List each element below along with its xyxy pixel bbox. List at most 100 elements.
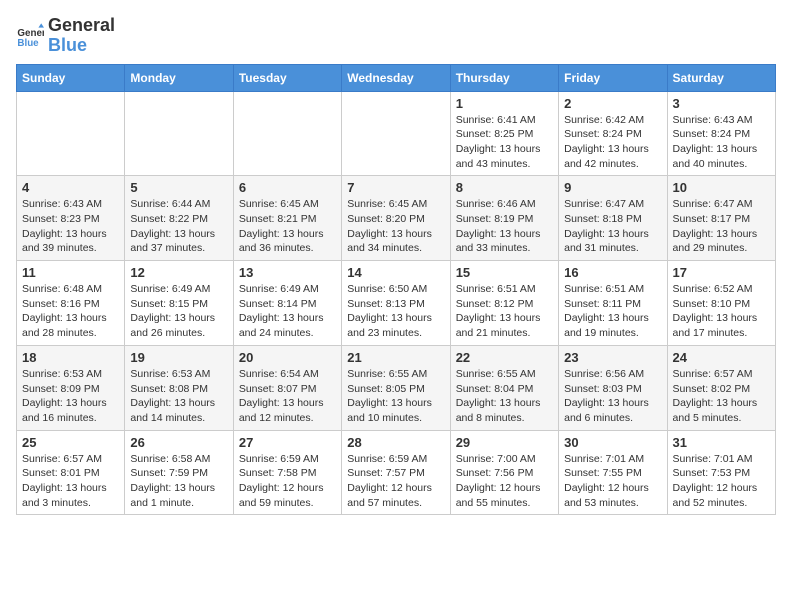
svg-text:Blue: Blue	[17, 38, 39, 49]
day-info: Sunrise: 6:45 AMSunset: 8:21 PMDaylight:…	[239, 197, 336, 256]
day-number: 15	[456, 265, 553, 280]
calendar-cell-20: 17Sunrise: 6:52 AMSunset: 8:10 PMDayligh…	[667, 261, 775, 346]
day-number: 19	[130, 350, 227, 365]
day-info: Sunrise: 6:42 AMSunset: 8:24 PMDaylight:…	[564, 113, 661, 172]
calendar-week-1: 4 Sunrise: 6:43 AMSunset: 8:23 PMDaylight…	[17, 176, 776, 261]
calendar-cell-7: 4 Sunrise: 6:43 AMSunset: 8:23 PMDaylight…	[17, 176, 125, 261]
calendar-cell-33: 30Sunrise: 7:01 AMSunset: 7:55 PMDayligh…	[559, 430, 667, 515]
calendar-cell-24: 21 Sunrise: 6:55 AMSunset: 8:05 PMDayligh…	[342, 345, 450, 430]
day-info: Sunrise: 6:49 AMSunset: 8:15 PMDaylight:…	[130, 282, 227, 341]
calendar-cell-13: 10 Sunrise: 6:47 AMSunset: 8:17 PMDayligh…	[667, 176, 775, 261]
day-info: Sunrise: 6:57 AMSunset: 8:01 PMDaylight:…	[22, 452, 119, 511]
day-info: Sunrise: 6:49 AMSunset: 8:14 PMDaylight:…	[239, 282, 336, 341]
calendar-cell-29: 26Sunrise: 6:58 AMSunset: 7:59 PMDayligh…	[125, 430, 233, 515]
day-info: Sunrise: 6:51 AMSunset: 8:12 PMDaylight:…	[456, 282, 553, 341]
day-info: Sunrise: 6:45 AMSunset: 8:20 PMDaylight:…	[347, 197, 444, 256]
day-number: 10	[673, 180, 770, 195]
day-number: 30	[564, 435, 661, 450]
calendar-week-2: 11 Sunrise: 6:48 AMSunset: 8:16 PMDayligh…	[17, 261, 776, 346]
day-number: 7	[347, 180, 444, 195]
calendar-cell-9: 6 Sunrise: 6:45 AMSunset: 8:21 PMDaylight…	[233, 176, 341, 261]
day-info: Sunrise: 6:57 AMSunset: 8:02 PMDaylight:…	[673, 367, 770, 426]
calendar-cell-3	[342, 91, 450, 176]
day-info: Sunrise: 6:51 AMSunset: 8:11 PMDaylight:…	[564, 282, 661, 341]
day-info: Sunrise: 6:44 AMSunset: 8:22 PMDaylight:…	[130, 197, 227, 256]
day-number: 8	[456, 180, 553, 195]
day-info: Sunrise: 6:47 AMSunset: 8:17 PMDaylight:…	[673, 197, 770, 256]
day-info: Sunrise: 6:43 AMSunset: 8:23 PMDaylight:…	[22, 197, 119, 256]
calendar-cell-8: 5 Sunrise: 6:44 AMSunset: 8:22 PMDaylight…	[125, 176, 233, 261]
calendar-cell-11: 8 Sunrise: 6:46 AMSunset: 8:19 PMDaylight…	[450, 176, 558, 261]
calendar-header-thursday: Thursday	[450, 64, 558, 91]
day-number: 9	[564, 180, 661, 195]
calendar-cell-15: 12Sunrise: 6:49 AMSunset: 8:15 PMDayligh…	[125, 261, 233, 346]
day-info: Sunrise: 6:41 AMSunset: 8:25 PMDaylight:…	[456, 113, 553, 172]
calendar-cell-6: 3 Sunrise: 6:43 AMSunset: 8:24 PMDaylight…	[667, 91, 775, 176]
calendar-cell-31: 28 Sunrise: 6:59 AMSunset: 7:57 PMDayligh…	[342, 430, 450, 515]
day-number: 24	[673, 350, 770, 365]
day-number: 1	[456, 96, 553, 111]
day-number: 22	[456, 350, 553, 365]
day-number: 21	[347, 350, 444, 365]
day-info: Sunrise: 6:55 AMSunset: 8:05 PMDaylight:…	[347, 367, 444, 426]
day-number: 20	[239, 350, 336, 365]
calendar-cell-14: 11 Sunrise: 6:48 AMSunset: 8:16 PMDayligh…	[17, 261, 125, 346]
calendar-header-monday: Monday	[125, 64, 233, 91]
day-number: 27	[239, 435, 336, 450]
calendar-cell-27: 24 Sunrise: 6:57 AMSunset: 8:02 PMDayligh…	[667, 345, 775, 430]
day-info: Sunrise: 6:54 AMSunset: 8:07 PMDaylight:…	[239, 367, 336, 426]
calendar-week-4: 25 Sunrise: 6:57 AMSunset: 8:01 PMDayligh…	[17, 430, 776, 515]
calendar-cell-1	[125, 91, 233, 176]
day-number: 6	[239, 180, 336, 195]
calendar-body: 1 Sunrise: 6:41 AMSunset: 8:25 PMDaylight…	[17, 91, 776, 515]
calendar-cell-28: 25 Sunrise: 6:57 AMSunset: 8:01 PMDayligh…	[17, 430, 125, 515]
calendar-cell-0	[17, 91, 125, 176]
day-info: Sunrise: 6:46 AMSunset: 8:19 PMDaylight:…	[456, 197, 553, 256]
day-number: 13	[239, 265, 336, 280]
day-number: 11	[22, 265, 119, 280]
calendar-header-sunday: Sunday	[17, 64, 125, 91]
calendar-week-0: 1 Sunrise: 6:41 AMSunset: 8:25 PMDaylight…	[17, 91, 776, 176]
calendar-cell-12: 9 Sunrise: 6:47 AMSunset: 8:18 PMDaylight…	[559, 176, 667, 261]
logo-icon: General Blue	[16, 22, 44, 50]
calendar-header-row: SundayMondayTuesdayWednesdayThursdayFrid…	[17, 64, 776, 91]
day-info: Sunrise: 7:00 AMSunset: 7:56 PMDaylight:…	[456, 452, 553, 511]
day-number: 5	[130, 180, 227, 195]
calendar-cell-26: 23 Sunrise: 6:56 AMSunset: 8:03 PMDayligh…	[559, 345, 667, 430]
calendar-cell-2	[233, 91, 341, 176]
day-number: 18	[22, 350, 119, 365]
day-number: 14	[347, 265, 444, 280]
page-header: General Blue General Blue	[16, 16, 776, 56]
day-info: Sunrise: 6:53 AMSunset: 8:09 PMDaylight:…	[22, 367, 119, 426]
day-info: Sunrise: 6:59 AMSunset: 7:57 PMDaylight:…	[347, 452, 444, 511]
calendar-cell-18: 15 Sunrise: 6:51 AMSunset: 8:12 PMDayligh…	[450, 261, 558, 346]
calendar-cell-34: 31 Sunrise: 7:01 AMSunset: 7:53 PMDayligh…	[667, 430, 775, 515]
day-info: Sunrise: 6:47 AMSunset: 8:18 PMDaylight:…	[564, 197, 661, 256]
day-info: Sunrise: 7:01 AMSunset: 7:53 PMDaylight:…	[673, 452, 770, 511]
day-number: 25	[22, 435, 119, 450]
calendar-header-tuesday: Tuesday	[233, 64, 341, 91]
day-number: 26	[130, 435, 227, 450]
calendar-header-saturday: Saturday	[667, 64, 775, 91]
day-number: 28	[347, 435, 444, 450]
calendar-cell-4: 1 Sunrise: 6:41 AMSunset: 8:25 PMDaylight…	[450, 91, 558, 176]
logo-text: General Blue	[48, 16, 115, 56]
day-number: 3	[673, 96, 770, 111]
day-number: 2	[564, 96, 661, 111]
day-info: Sunrise: 6:56 AMSunset: 8:03 PMDaylight:…	[564, 367, 661, 426]
day-number: 23	[564, 350, 661, 365]
calendar-cell-19: 16 Sunrise: 6:51 AMSunset: 8:11 PMDayligh…	[559, 261, 667, 346]
day-info: Sunrise: 6:59 AMSunset: 7:58 PMDaylight:…	[239, 452, 336, 511]
calendar-header-wednesday: Wednesday	[342, 64, 450, 91]
day-info: Sunrise: 6:53 AMSunset: 8:08 PMDaylight:…	[130, 367, 227, 426]
day-number: 16	[564, 265, 661, 280]
calendar-cell-17: 14Sunrise: 6:50 AMSunset: 8:13 PMDayligh…	[342, 261, 450, 346]
calendar-cell-22: 19 Sunrise: 6:53 AMSunset: 8:08 PMDayligh…	[125, 345, 233, 430]
day-info: Sunrise: 6:48 AMSunset: 8:16 PMDaylight:…	[22, 282, 119, 341]
calendar-cell-5: 2 Sunrise: 6:42 AMSunset: 8:24 PMDaylight…	[559, 91, 667, 176]
calendar-cell-16: 13 Sunrise: 6:49 AMSunset: 8:14 PMDayligh…	[233, 261, 341, 346]
calendar-header-friday: Friday	[559, 64, 667, 91]
day-number: 31	[673, 435, 770, 450]
day-info: Sunrise: 6:43 AMSunset: 8:24 PMDaylight:…	[673, 113, 770, 172]
day-number: 4	[22, 180, 119, 195]
